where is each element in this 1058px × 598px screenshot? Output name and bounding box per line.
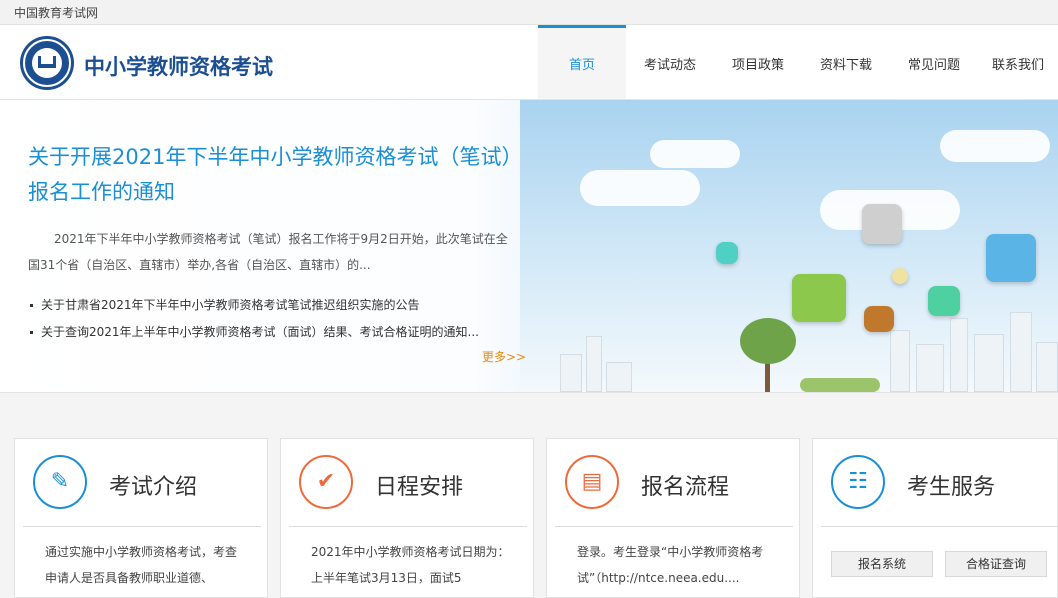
card-title: 考生服务 — [907, 475, 996, 500]
card-divider — [289, 526, 527, 527]
address-book-icon: ☷ — [831, 455, 885, 509]
nav-contact[interactable]: 联系我们 — [978, 25, 1058, 99]
nav-exam-news[interactable]: 考试动态 — [626, 25, 714, 99]
site-name-link[interactable]: 中国教育考试网 — [14, 4, 98, 21]
news-item[interactable]: 关于甘肃省2021年下半年中小学教师资格考试笔试推迟组织实施的公告 — [30, 292, 520, 319]
card-divider — [23, 526, 261, 527]
card-exam-intro[interactable]: ✎ 考试介绍 通过实施中小学教师资格考试，考查申请人是否具备教师职业道德、 — [14, 438, 268, 598]
nav-policy[interactable]: 项目政策 — [714, 25, 802, 99]
nav-downloads[interactable]: 资料下载 — [802, 25, 890, 99]
music-cube-icon — [986, 234, 1036, 282]
nav-home[interactable]: 首页 — [538, 25, 626, 99]
card-text: 2021年中小学教师资格考试日期为：上半年笔试3月13日，面试5 — [311, 545, 510, 585]
card-text: 登录。考生登录“中小学教师资格考试”（http://ntce.neea.edu.… — [577, 545, 764, 585]
grass-patch — [800, 378, 880, 392]
card-title: 报名流程 — [641, 475, 730, 500]
card-title: 考试介绍 — [109, 475, 198, 500]
document-edit-icon: ✎ — [33, 455, 87, 509]
tree-crown — [740, 318, 796, 364]
card-title: 日程安排 — [375, 475, 464, 500]
news-list: 关于甘肃省2021年下半年中小学教师资格考试笔试推迟组织实施的公告 关于查询20… — [30, 292, 520, 346]
banner-headline-link[interactable]: 关于开展2021年下半年中小学教师资格考试（笔试）报名工作的通知 — [28, 140, 518, 210]
form-edit-icon: ▤ — [565, 455, 619, 509]
card-text: 通过实施中小学教师资格考试，考查申请人是否具备教师职业道德、 — [45, 545, 238, 585]
banner-description: 2021年下半年中小学教师资格考试（笔试）报名工作将于9月2日开始，此次笔试在全… — [28, 232, 508, 272]
feature-cards: ✎ 考试介绍 通过实施中小学教师资格考试，考查申请人是否具备教师职业道德、 ✔ … — [0, 392, 1058, 598]
card-schedule[interactable]: ✔ 日程安排 2021年中小学教师资格考试日期为：上半年笔试3月13日，面试5 — [280, 438, 534, 598]
floating-cube-icon — [792, 274, 846, 322]
top-bar: 中国教育考试网 — [0, 0, 1058, 25]
card-divider — [821, 526, 1058, 527]
more-link[interactable]: 更多>> — [482, 348, 526, 365]
floating-cube-icon — [928, 286, 960, 316]
floating-cube-icon — [864, 306, 894, 332]
news-item[interactable]: 关于查询2021年上半年中小学教师资格考试（面试）结果、考试合格证明的通知... — [30, 319, 520, 346]
card-candidate-service[interactable]: ☷ 考生服务 报名系统 合格证查询 — [812, 438, 1058, 598]
site-title[interactable]: 中小学教师资格考试 — [84, 51, 273, 81]
hero-banner: 关于开展2021年下半年中小学教师资格考试（笔试）报名工作的通知 2021年下半… — [0, 100, 1058, 393]
site-header: 中小学教师资格考试 首页 考试动态 项目政策 资料下载 常见问题 联系我们 — [0, 25, 1058, 100]
checkmark-icon: ✔ — [299, 455, 353, 509]
piano-cube-icon — [862, 204, 902, 244]
card-registration-process[interactable]: ▤ 报名流程 登录。考生登录“中小学教师资格考试”（http://ntce.ne… — [546, 438, 800, 598]
logo-emblem-icon[interactable] — [20, 36, 74, 90]
registration-system-button[interactable]: 报名系统 — [831, 551, 933, 577]
certificate-query-button[interactable]: 合格证查询 — [945, 551, 1047, 577]
nav-faq[interactable]: 常见问题 — [890, 25, 978, 99]
floating-cube-icon — [716, 242, 738, 264]
floating-cube-icon — [892, 268, 908, 284]
card-divider — [555, 526, 793, 527]
